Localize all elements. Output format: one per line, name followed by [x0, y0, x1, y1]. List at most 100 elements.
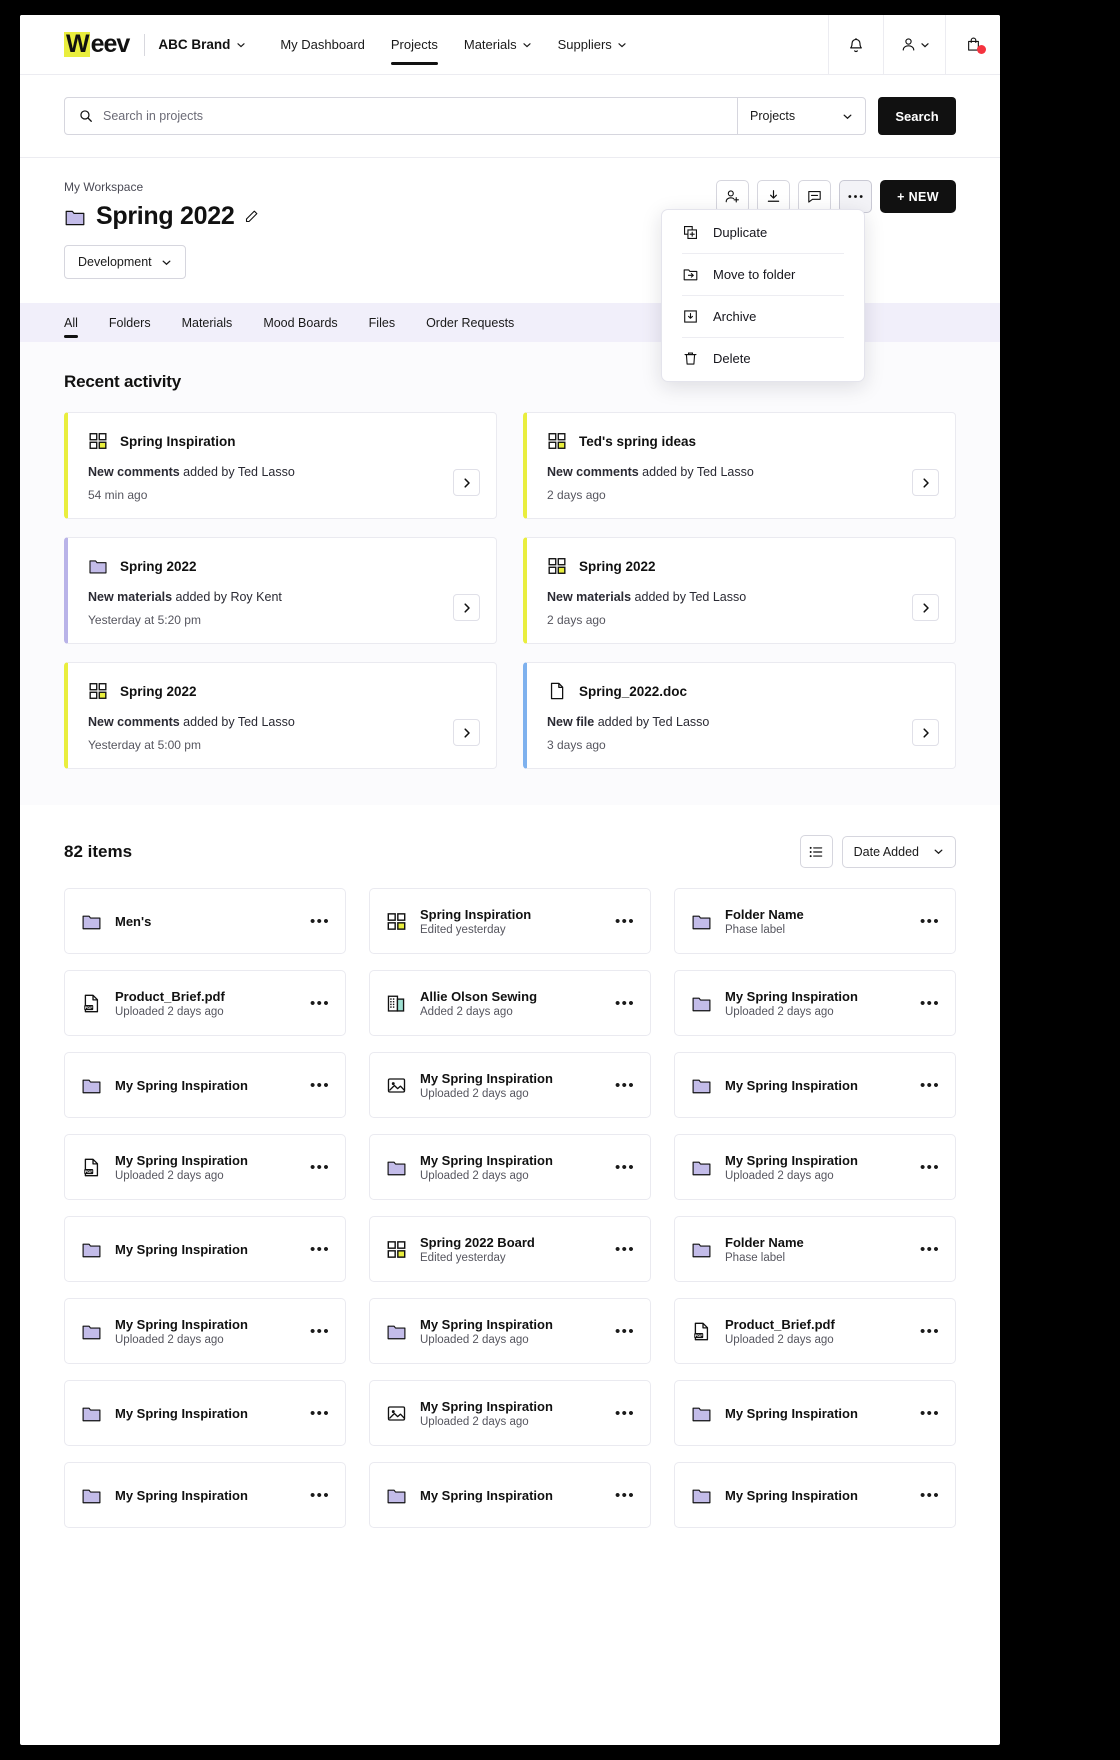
item-card-more-button[interactable]: ••• — [302, 1324, 330, 1339]
list-view-button[interactable] — [799, 835, 833, 868]
item-card-subtitle: Uploaded 2 days ago — [115, 1333, 224, 1346]
activity-card-time: 3 days ago — [547, 738, 606, 752]
item-card-more-button[interactable]: ••• — [912, 914, 940, 929]
brand-selector[interactable]: ABC Brand — [158, 37, 246, 52]
item-card-more-button[interactable]: ••• — [607, 996, 635, 1011]
item-card[interactable]: Allie Olson Sewing Added 2 days ago ••• — [369, 970, 651, 1036]
search-scope-select[interactable]: Projects — [737, 98, 865, 134]
item-card[interactable]: My Spring Inspiration ••• — [369, 1462, 651, 1528]
weev-logo[interactable]: Weev — [64, 31, 130, 58]
search-box[interactable]: Search in projects Projects — [64, 97, 866, 135]
activity-card-open-button[interactable] — [912, 594, 939, 621]
item-card[interactable]: My Spring Inspiration Uploaded 2 days ago… — [369, 1052, 651, 1118]
item-card[interactable]: My Spring Inspiration Uploaded 2 days ago… — [369, 1298, 651, 1364]
item-card[interactable]: My Spring Inspiration ••• — [64, 1052, 346, 1118]
menu-item-move-to-folder[interactable]: Move to folder — [662, 254, 864, 295]
activity-card[interactable]: Ted's spring ideas New comments added by … — [523, 412, 956, 519]
item-card-more-button[interactable]: ••• — [912, 1488, 940, 1503]
item-card-more-button[interactable]: ••• — [607, 1160, 635, 1175]
item-card[interactable]: Folder Name Phase label ••• — [674, 1216, 956, 1282]
new-button[interactable]: + NEW — [880, 180, 956, 213]
account-menu-button[interactable] — [883, 15, 945, 74]
activity-card-open-button[interactable] — [912, 719, 939, 746]
menu-item-delete[interactable]: Delete — [662, 338, 864, 379]
item-card-more-button[interactable]: ••• — [912, 1324, 940, 1339]
activity-card-open-button[interactable] — [453, 594, 480, 621]
notifications-button[interactable] — [828, 15, 883, 74]
tab-mood-boards[interactable]: Mood Boards — [263, 303, 337, 342]
nav-item-my-dashboard[interactable]: My Dashboard — [280, 15, 365, 74]
tab-files[interactable]: Files — [369, 303, 395, 342]
item-card-more-button[interactable]: ••• — [607, 1406, 635, 1421]
item-card[interactable]: My Spring Inspiration Uploaded 2 days ago… — [369, 1380, 651, 1446]
item-card[interactable]: Men's ••• — [64, 888, 346, 954]
item-card-more-button[interactable]: ••• — [607, 1242, 635, 1257]
item-card[interactable]: My Spring Inspiration ••• — [64, 1216, 346, 1282]
item-card-more-button[interactable]: ••• — [302, 1242, 330, 1257]
item-card[interactable]: My Spring Inspiration ••• — [674, 1380, 956, 1446]
item-card-more-button[interactable]: ••• — [607, 1324, 635, 1339]
item-card[interactable]: My Spring Inspiration Uploaded 2 days ago… — [369, 1134, 651, 1200]
activity-card-event: New file — [547, 715, 595, 729]
search-input[interactable]: Search in projects — [65, 98, 737, 134]
sort-select[interactable]: Date Added — [841, 835, 956, 868]
menu-item-archive[interactable]: Archive — [662, 296, 864, 337]
item-card-more-button[interactable]: ••• — [607, 1488, 635, 1503]
item-card[interactable]: Spring 2022 Board Edited yesterday ••• — [369, 1216, 651, 1282]
nav-item-suppliers[interactable]: Suppliers — [558, 15, 627, 74]
chevron-down-icon — [920, 42, 929, 47]
new-button-label: + NEW — [897, 189, 939, 204]
item-card-more-button[interactable]: ••• — [912, 996, 940, 1011]
item-card-more-button[interactable]: ••• — [302, 1078, 330, 1093]
activity-card[interactable]: Spring 2022 New materials added by Ted La… — [523, 537, 956, 644]
item-card-more-button[interactable]: ••• — [302, 1406, 330, 1421]
item-card-more-button[interactable]: ••• — [607, 1078, 635, 1093]
item-card[interactable]: My Spring Inspiration ••• — [64, 1462, 346, 1528]
item-card-more-button[interactable]: ••• — [912, 1078, 940, 1093]
logo-area[interactable]: Weev ABC Brand — [20, 31, 246, 58]
item-card[interactable]: PDF Product_Brief.pdf Uploaded 2 days ago •… — [674, 1298, 956, 1364]
activity-card-description: New comments added by Ted Lasso — [547, 465, 937, 479]
item-card-more-button[interactable]: ••• — [912, 1160, 940, 1175]
menu-item-duplicate[interactable]: Duplicate — [662, 212, 864, 253]
item-card-title: My Spring Inspiration — [725, 1487, 858, 1503]
item-card-more-button[interactable]: ••• — [912, 1406, 940, 1421]
item-card-more-button[interactable]: ••• — [302, 1488, 330, 1503]
item-card[interactable]: My Spring Inspiration ••• — [674, 1462, 956, 1528]
cart-button[interactable] — [945, 15, 1000, 74]
item-card-more-button[interactable]: ••• — [302, 914, 330, 929]
search-button[interactable]: Search — [878, 97, 956, 135]
phase-selector[interactable]: Development — [64, 245, 186, 279]
nav-item-materials[interactable]: Materials — [464, 15, 532, 74]
tab-folders[interactable]: Folders — [109, 303, 151, 342]
activity-card[interactable]: Spring 2022 New materials added by Roy Ke… — [64, 537, 497, 644]
tab-all[interactable]: All — [64, 303, 78, 342]
item-card[interactable]: My Spring Inspiration ••• — [64, 1380, 346, 1446]
activity-card-open-button[interactable] — [453, 469, 480, 496]
tab-order-requests[interactable]: Order Requests — [426, 303, 514, 342]
activity-card[interactable]: Spring Inspiration New comments added by … — [64, 412, 497, 519]
item-card-more-button[interactable]: ••• — [912, 1242, 940, 1257]
item-card-more-button[interactable]: ••• — [302, 996, 330, 1011]
tab-materials[interactable]: Materials — [182, 303, 233, 342]
activity-card-open-button[interactable] — [453, 719, 480, 746]
edit-pencil-icon[interactable] — [244, 209, 259, 224]
archive-icon — [684, 310, 697, 323]
item-card[interactable]: PDF My Spring Inspiration Uploaded 2 days … — [64, 1134, 346, 1200]
activity-card-open-button[interactable] — [912, 469, 939, 496]
activity-card[interactable]: Spring 2022 New comments added by Ted Las… — [64, 662, 497, 769]
nav-item-projects[interactable]: Projects — [390, 15, 438, 74]
item-card[interactable]: Folder Name Phase label ••• — [674, 888, 956, 954]
item-card-more-button[interactable]: ••• — [302, 1160, 330, 1175]
item-card[interactable]: My Spring Inspiration Uploaded 2 days ago… — [674, 1134, 956, 1200]
item-card[interactable]: PDF Product_Brief.pdf Uploaded 2 days ago •… — [64, 970, 346, 1036]
item-card-subtitle: Uploaded 2 days ago — [420, 1169, 529, 1182]
item-card-text: Spring 2022 Board Edited yesterday — [420, 1235, 535, 1264]
chevron-down-icon — [934, 849, 943, 855]
item-card[interactable]: My Spring Inspiration ••• — [674, 1052, 956, 1118]
item-card[interactable]: Spring Inspiration Edited yesterday ••• — [369, 888, 651, 954]
item-card-more-button[interactable]: ••• — [607, 914, 635, 929]
item-card[interactable]: My Spring Inspiration Uploaded 2 days ago… — [674, 970, 956, 1036]
item-card[interactable]: My Spring Inspiration Uploaded 2 days ago… — [64, 1298, 346, 1364]
activity-card[interactable]: Spring_2022.doc New file added by Ted Las… — [523, 662, 956, 769]
